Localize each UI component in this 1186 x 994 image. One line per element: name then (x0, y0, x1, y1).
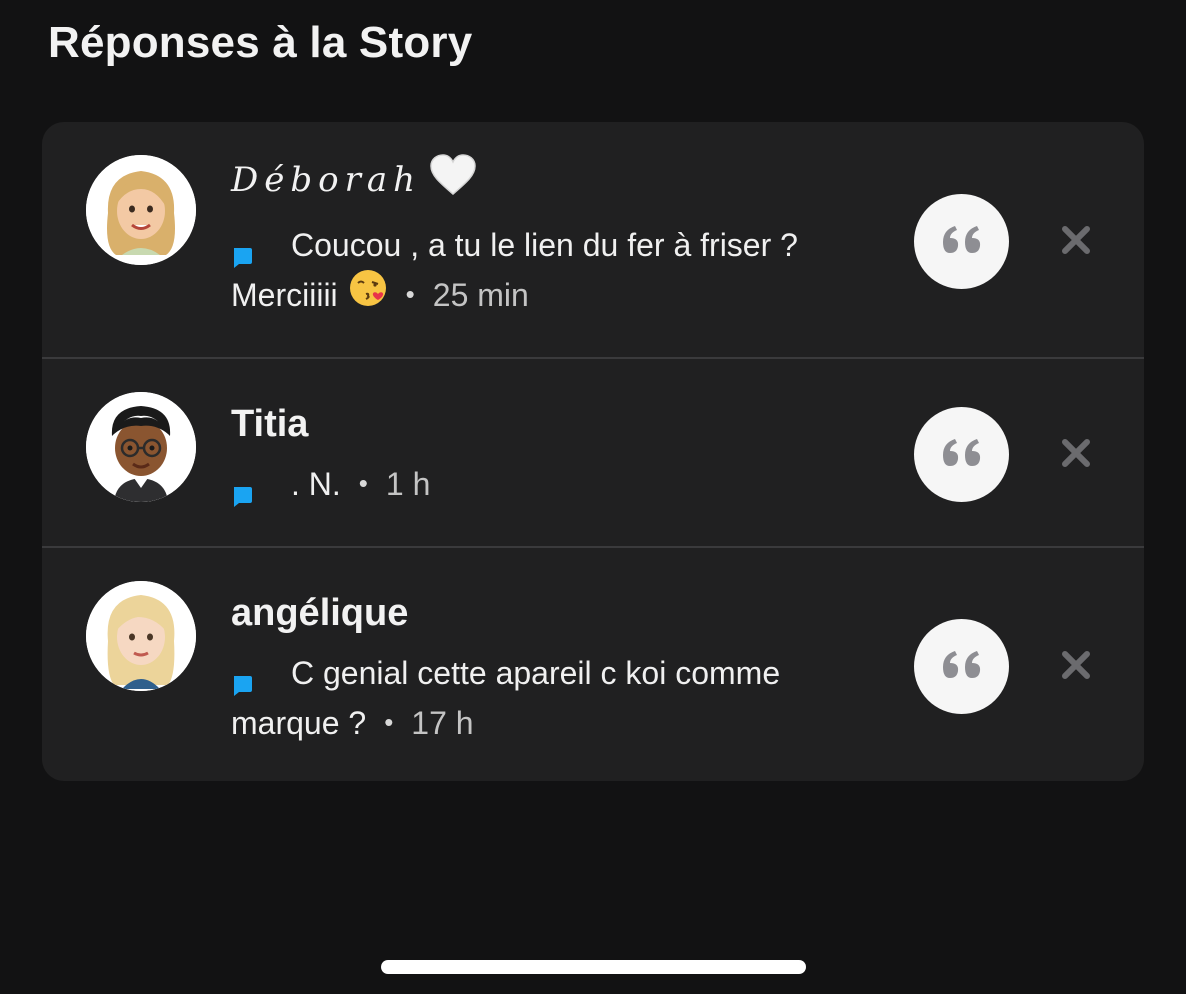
reply-message: C genial cette apareil c koi comme marqu… (231, 655, 781, 741)
chat-bubble-icon (231, 661, 253, 696)
reply-message: . N. • 1 h (231, 459, 891, 511)
reply-quote-button[interactable] (914, 619, 1009, 714)
home-indicator[interactable] (381, 960, 806, 974)
chat-bubble-icon (231, 233, 253, 268)
white-heart-icon (429, 154, 477, 210)
reply-quote-button[interactable] (914, 194, 1009, 289)
avatar[interactable] (86, 581, 196, 691)
reply-row[interactable]: Titia . N. • 1 h (42, 359, 1144, 546)
kissing-face-icon (348, 268, 388, 322)
quote-icon (941, 649, 983, 684)
avatar[interactable] (86, 155, 196, 265)
quote-icon (941, 437, 983, 472)
sender-name[interactable]: Déborah (231, 154, 891, 210)
reply-content: Déborah Coucou , a tu le lien du fer à f… (231, 154, 891, 325)
sender-name[interactable]: Titia (231, 399, 891, 449)
reply-time: 1 h (385, 466, 431, 502)
page-title: Réponses à la Story (48, 18, 473, 67)
avatar[interactable] (86, 392, 196, 502)
dismiss-button[interactable] (1054, 220, 1098, 264)
close-icon (1061, 650, 1091, 685)
close-icon (1061, 225, 1091, 260)
reply-content: Titia . N. • 1 h (231, 399, 891, 511)
quote-icon (941, 224, 983, 259)
reply-row[interactable]: angélique C genial cette apareil c koi c… (42, 548, 1144, 781)
reply-time: 25 min (432, 277, 529, 313)
chat-bubble-icon (231, 472, 253, 507)
dismiss-button[interactable] (1054, 433, 1098, 477)
close-icon (1061, 438, 1091, 473)
reply-row[interactable]: Déborah Coucou , a tu le lien du fer à f… (42, 122, 1144, 357)
reply-content: angélique C genial cette apareil c koi c… (231, 588, 891, 750)
sender-name[interactable]: angélique (231, 588, 891, 638)
reply-time: 17 h (411, 705, 474, 741)
dismiss-button[interactable] (1054, 645, 1098, 689)
replies-card: Déborah Coucou , a tu le lien du fer à f… (42, 122, 1144, 781)
reply-message: Coucou , a tu le lien du fer à friser ? … (231, 220, 891, 325)
reply-quote-button[interactable] (914, 407, 1009, 502)
story-replies-screen: Réponses à la Story Déborah Coucou , a t… (0, 0, 1186, 994)
